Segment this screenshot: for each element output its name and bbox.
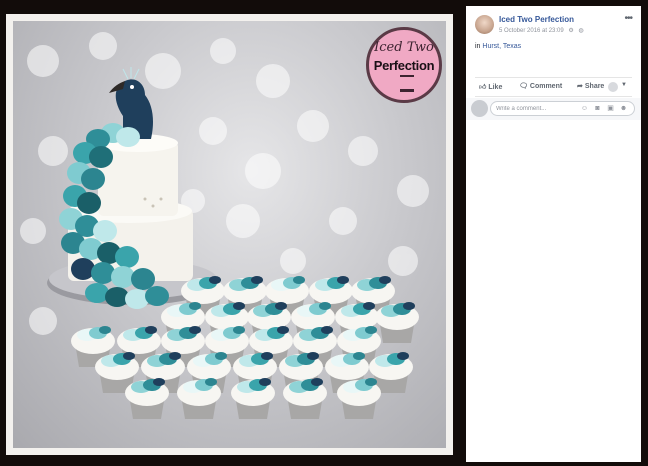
like-label: Like — [488, 84, 503, 91]
photo-frame[interactable]: Iced Two Perfection — [6, 14, 453, 455]
cupcake — [231, 378, 275, 419]
location-prefix: in — [475, 43, 481, 50]
post-timestamp[interactable]: 5 October 2016 at 23:09 — [499, 28, 564, 34]
share-as-avatar[interactable] — [608, 82, 618, 92]
cupcake — [337, 378, 381, 419]
sticker-icon[interactable]: ☻ — [617, 105, 630, 112]
camera-icon[interactable]: ◙ — [591, 105, 604, 112]
post-meta: 5 October 2016 at 23:09 ⚙ ◍ — [499, 27, 584, 34]
comment-input-icons: ☺ ◙ ▣ ☻ — [578, 104, 630, 112]
bakery-logo: Iced Two Perfection — [366, 27, 442, 103]
settings-icon: ⚙ — [568, 28, 574, 34]
globe-icon[interactable]: ◍ — [578, 27, 583, 34]
cupcake — [283, 378, 327, 419]
speech-bubble-icon: 🗨︎ — [519, 83, 528, 90]
more-options-icon[interactable]: ••• — [624, 13, 632, 24]
page-avatar[interactable] — [475, 15, 494, 34]
share-arrow-icon: ➦ — [577, 83, 583, 90]
page-name-link[interactable]: Iced Two Perfection — [499, 15, 574, 24]
emoji-icon[interactable]: ☺ — [578, 105, 591, 112]
like-button[interactable]: 👍︎ Like — [479, 82, 502, 91]
share-button[interactable]: ➦ Share — [577, 82, 604, 90]
cake-stand-icon — [400, 75, 414, 92]
thumbs-up-icon: 👍︎ — [479, 84, 487, 91]
share-label: Share — [584, 83, 605, 90]
chevron-down-icon[interactable]: ▼ — [621, 82, 627, 88]
logo-word-text: Perfection — [373, 58, 435, 73]
post-header: Iced Two Perfection 5 October 2016 at 23… — [466, 6, 641, 42]
cupcake — [177, 378, 221, 419]
post-side-panel: Iced Two Perfection 5 October 2016 at 23… — [466, 6, 641, 462]
location-link[interactable]: Hurst, Texas — [482, 43, 521, 50]
cupcake — [375, 302, 419, 343]
comment-row: ☺◙▣☻ — [466, 98, 641, 120]
comment-label: Comment — [529, 83, 563, 90]
post-photo[interactable]: Iced Two Perfection — [13, 21, 446, 448]
post-location: in Hurst, Texas — [475, 43, 521, 50]
action-bar: 👍︎ Like 🗨︎ Comment ➦ Share ▼ — [475, 77, 632, 97]
logo-script-text: Iced Two — [374, 40, 434, 55]
comment-button[interactable]: 🗨︎ Comment — [519, 82, 562, 90]
user-avatar — [471, 100, 488, 117]
gif-icon[interactable]: ▣ — [604, 104, 617, 112]
cupcake — [125, 378, 169, 419]
